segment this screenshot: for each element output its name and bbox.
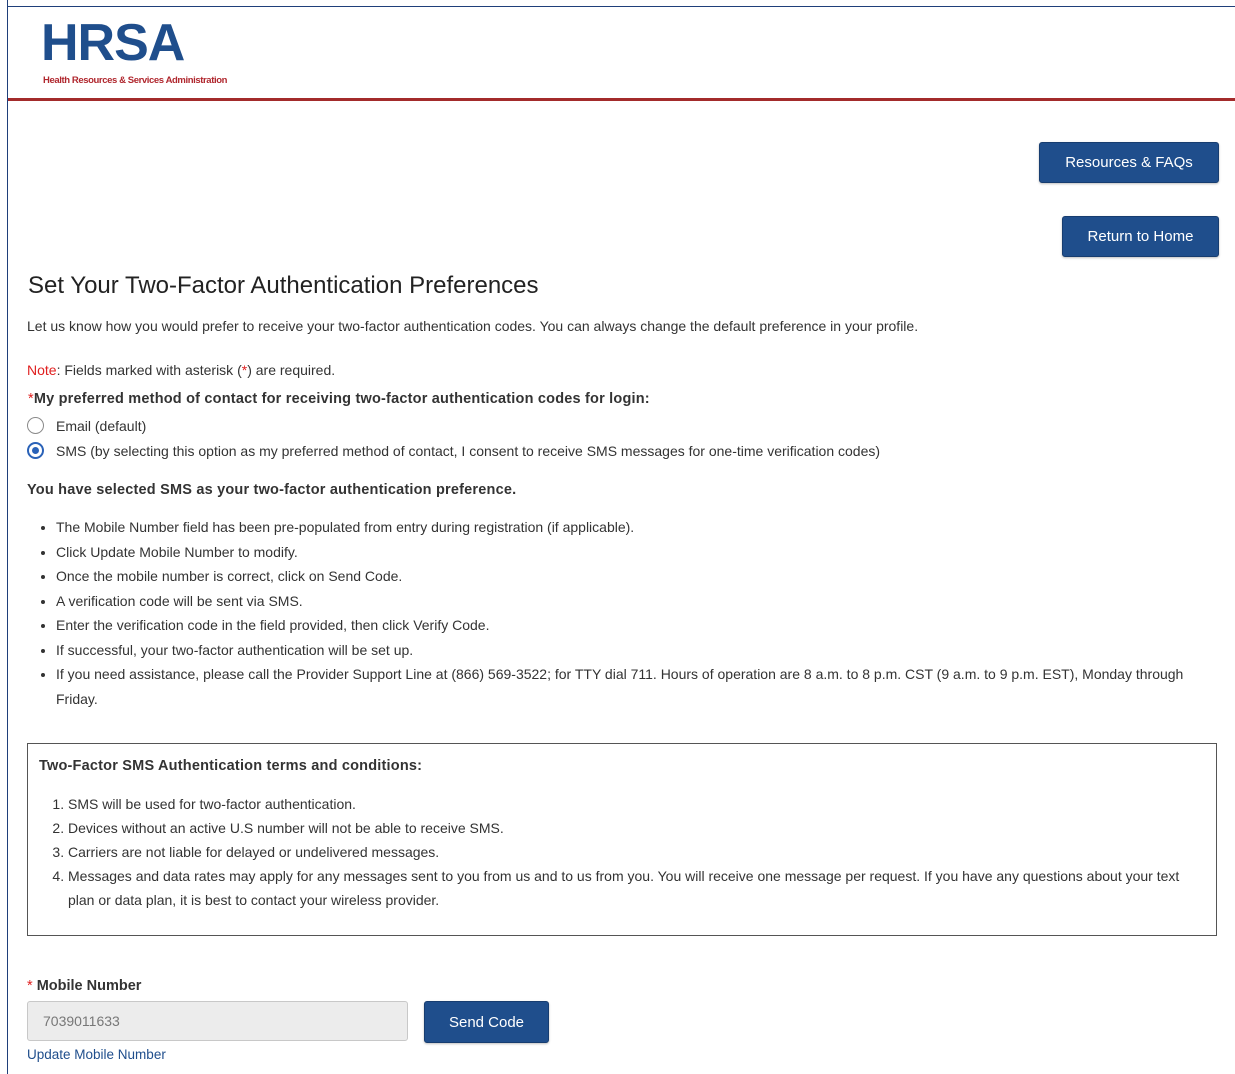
list-item: Carriers are not liable for delayed or u… xyxy=(68,840,1198,864)
list-item: The Mobile Number field has been pre-pop… xyxy=(56,515,1206,540)
question-text: My preferred method of contact for recei… xyxy=(33,391,650,407)
mobile-label-text: Mobile Number xyxy=(36,978,142,994)
return-home-button[interactable]: Return to Home xyxy=(1062,216,1219,257)
list-item: Click Update Mobile Number to modify. xyxy=(56,540,1206,565)
logo-wordmark: HRSA xyxy=(41,14,185,72)
send-code-button[interactable]: Send Code xyxy=(424,1001,549,1043)
site-header: HRSA Health Resources & Services Adminis… xyxy=(8,7,1235,99)
update-mobile-number-link[interactable]: Update Mobile Number xyxy=(27,1047,166,1062)
instructions-list: The Mobile Number field has been pre-pop… xyxy=(38,515,1206,711)
list-item: SMS will be used for two-factor authenti… xyxy=(68,792,1198,816)
page-title: Set Your Two-Factor Authentication Prefe… xyxy=(28,272,539,299)
hrsa-logo[interactable]: HRSA Health Resources & Services Adminis… xyxy=(41,14,241,95)
list-item: If successful, your two-factor authentic… xyxy=(56,638,1206,663)
list-item: Once the mobile number is correct, click… xyxy=(56,564,1206,589)
terms-title: Two-Factor SMS Authentication terms and … xyxy=(39,758,423,774)
logo-subtitle: Health Resources & Services Administrati… xyxy=(43,75,227,86)
radio-label-sms: SMS (by selecting this option as my pref… xyxy=(56,442,881,459)
note-text-start: : Fields marked with asterisk ( xyxy=(56,362,242,378)
required-asterisk: * xyxy=(27,978,33,994)
list-item: Enter the verification code in the field… xyxy=(56,613,1206,638)
list-item: Messages and data rates may apply for an… xyxy=(68,864,1198,912)
radio-option-sms[interactable]: SMS (by selecting this option as my pref… xyxy=(27,442,880,459)
note-text-end: ) are required. xyxy=(247,362,336,378)
radio-option-email[interactable]: Email (default) xyxy=(27,417,146,434)
list-item: A verification code will be sent via SMS… xyxy=(56,589,1206,614)
list-item: Devices without an active U.S number wil… xyxy=(68,816,1198,840)
note-label: Note xyxy=(27,362,57,378)
radio-button-sms[interactable] xyxy=(27,442,44,459)
terms-list: SMS will be used for two-factor authenti… xyxy=(50,792,1198,912)
mobile-number-label: * Mobile Number xyxy=(27,978,141,994)
selected-preference-heading: You have selected SMS as your two-factor… xyxy=(27,482,517,498)
intro-text: Let us know how you would prefer to rece… xyxy=(27,318,919,334)
page-border-left xyxy=(7,0,8,1074)
header-divider xyxy=(8,98,1235,101)
radio-button-email[interactable] xyxy=(27,417,44,434)
contact-method-question: *My preferred method of contact for rece… xyxy=(28,391,650,407)
terms-conditions-box: Two-Factor SMS Authentication terms and … xyxy=(27,743,1217,936)
resources-faqs-button[interactable]: Resources & FAQs xyxy=(1039,142,1219,183)
mobile-number-input[interactable] xyxy=(27,1001,408,1041)
radio-label-email: Email (default) xyxy=(56,417,147,434)
required-note: Note: Fields marked with asterisk (*) ar… xyxy=(27,362,335,378)
list-item: If you need assistance, please call the … xyxy=(56,662,1206,711)
